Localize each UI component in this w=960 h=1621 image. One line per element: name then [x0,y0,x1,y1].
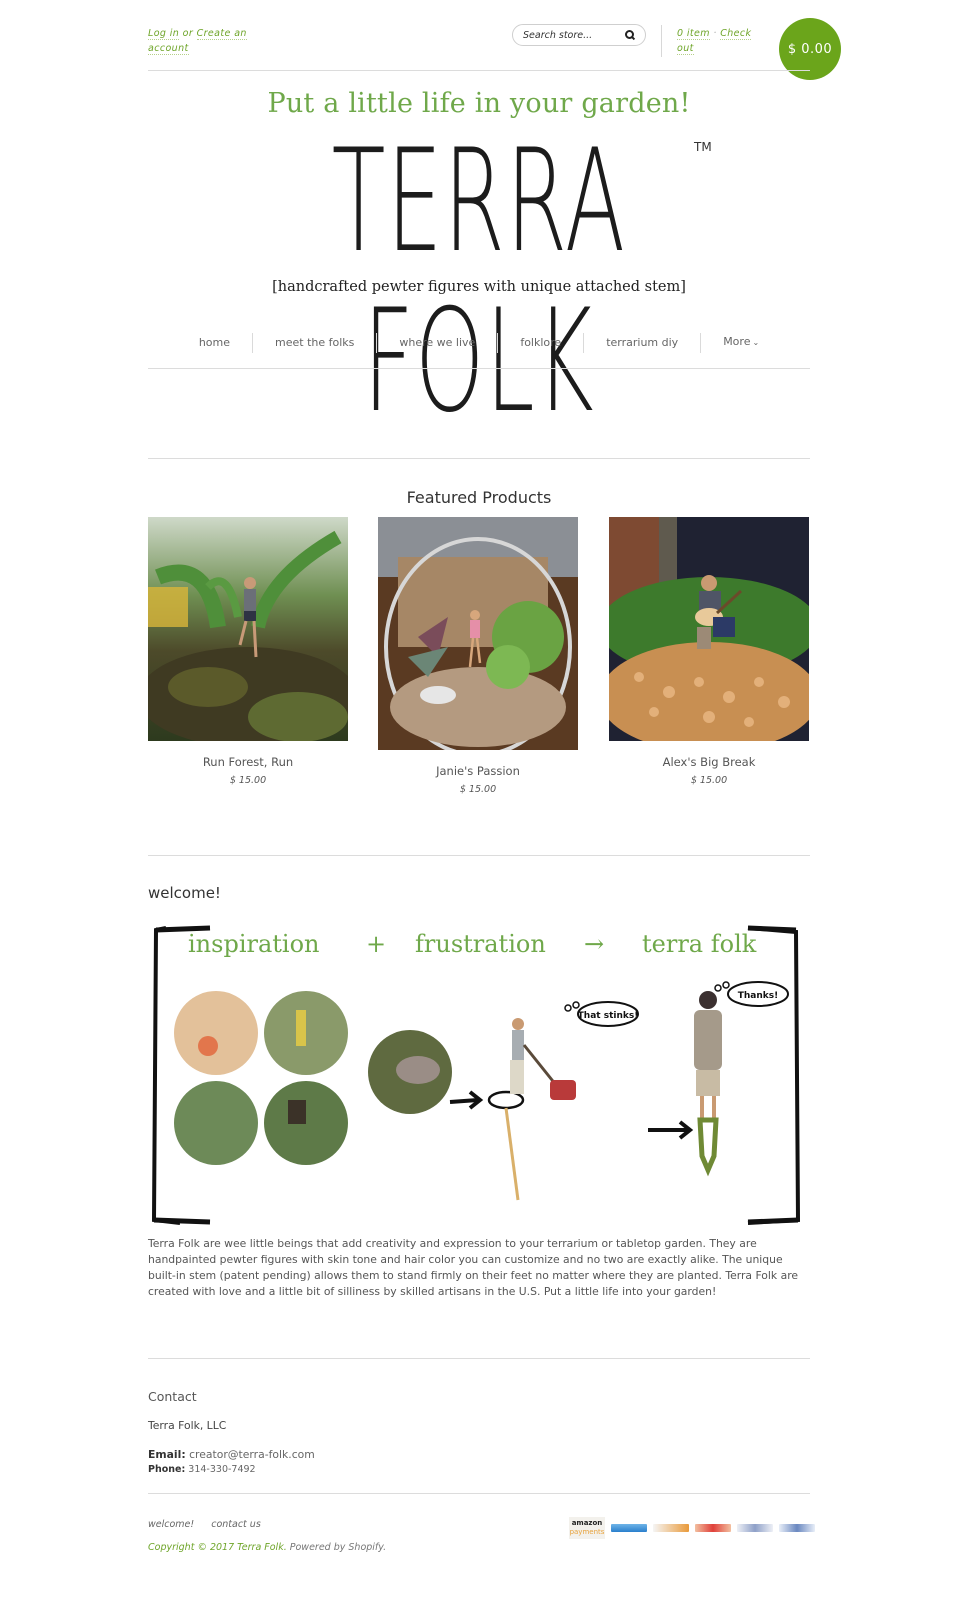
welcome-body-text: Terra Folk are wee little beings that ad… [148,1237,799,1298]
product-price: $ 15.00 [690,775,728,786]
inspiration-photo-3 [174,1081,258,1165]
cart-info: 0 item · Check out [677,26,767,56]
product-image[interactable] [609,517,809,741]
product-name[interactable]: Janie's Passion [378,764,578,778]
cart-items-link[interactable]: 0 item [677,28,710,40]
product-card[interactable]: Run Forest, Run $ 15.00 [148,517,348,786]
account-links: Log in or Create an account [148,26,258,56]
cart-separator: · [713,28,717,39]
right-bracket [747,926,801,1225]
banner-arrow: → [584,930,605,958]
section-rule [148,855,810,856]
nav-item-where-we-live[interactable]: where we live [377,333,497,353]
amazon-payments-icon: amazon payments [569,1517,605,1539]
product-price: $ 15.00 [229,775,267,786]
logo-tagline: Put a little life in your garden! [267,88,691,119]
product-image[interactable] [148,517,348,741]
payment-icons: amazon payments [569,1517,815,1539]
product-name[interactable]: Alex's Big Break [609,755,809,769]
visa-icon [779,1524,815,1532]
logo-subline: [handcrafted pewter figures with unique … [272,279,686,295]
nav-item-more[interactable]: More ⌄ [701,332,781,353]
product-card[interactable]: Janie's Passion $ 15.00 [378,517,578,795]
american-express-icon [611,1524,647,1532]
product-photo-runner [148,517,348,741]
product-name[interactable]: Run Forest, Run [148,755,348,769]
nav-more-label: More [723,335,751,348]
nav-item-meet-the-folks[interactable]: meet the folks [253,333,376,353]
inspiration-photo-1 [174,991,258,1075]
section-rule [148,458,810,459]
nav-item-folklore[interactable]: folklore [498,333,583,353]
section-rule [148,1358,810,1359]
copyright: Copyright © 2017 Terra Folk. Powered by … [148,1542,386,1553]
product-photo-terrarium [378,517,578,750]
email-label: Email: [148,1448,186,1461]
paypal-icon [737,1524,773,1532]
banner-word-terra-folk: terra folk [642,930,757,958]
footer-links: welcome! contact us [148,1519,275,1530]
banner-word-frustration: frustration [415,930,546,958]
bubble-that-stinks: That stinks! [578,1011,639,1021]
search-input[interactable] [523,29,623,41]
header-rule [148,70,810,71]
payments-label: payments [569,1528,605,1536]
amazon-label: amazon [571,1519,603,1527]
bubble-thanks: Thanks! [738,991,778,1001]
company-name: Terra Folk, LLC [148,1419,227,1432]
main-nav: home meet the folks where we live folklo… [148,332,810,353]
email-value[interactable]: creator@terra-folk.com [189,1448,315,1461]
banner-plus: + [366,930,387,958]
product-image[interactable] [378,517,578,750]
product-price: $ 15.00 [459,784,497,795]
contact-title: Contact [148,1389,197,1404]
nav-item-terrarium-diy[interactable]: terrarium diy [584,333,700,353]
left-bracket [151,926,181,1225]
trademark-mark: TM [694,140,712,154]
powered-by[interactable]: Powered by Shopify. [290,1542,386,1553]
banner-word-inspiration: inspiration [188,930,320,958]
chevron-down-icon: ⌄ [752,338,760,347]
search-box[interactable] [512,24,646,46]
featured-title: Featured Products [406,488,552,507]
contact-phone: Phone: 314-330-7492 [148,1464,256,1475]
mastercard-icon [695,1524,731,1532]
welcome-banner-graphic: That stinks! Thanks! [151,925,801,1225]
phone-label: Phone: [148,1464,186,1475]
footer-rule [148,1493,810,1494]
contact-email: Email: creator@terra-folk.com [148,1448,315,1461]
welcome-title: welcome! [148,884,221,902]
login-link[interactable]: Log in [148,28,180,40]
welcome-banner: That stinks! Thanks! inspiration + frust… [148,920,810,1228]
product-photo-guitarist [609,517,809,741]
product-card[interactable]: Alex's Big Break $ 15.00 [609,517,809,786]
discover-icon [653,1524,689,1532]
or-text: or [182,28,194,39]
search-icon[interactable] [625,30,635,40]
nav-rule [148,368,810,369]
phone-value: 314-330-7492 [188,1464,256,1475]
copyright-text[interactable]: Copyright © 2017 Terra Folk. [148,1542,287,1553]
nav-item-home[interactable]: home [177,333,252,353]
footer-link-welcome[interactable]: welcome! [148,1519,194,1530]
header-divider [661,25,662,57]
footer-link-contact-us[interactable]: contact us [211,1519,261,1530]
